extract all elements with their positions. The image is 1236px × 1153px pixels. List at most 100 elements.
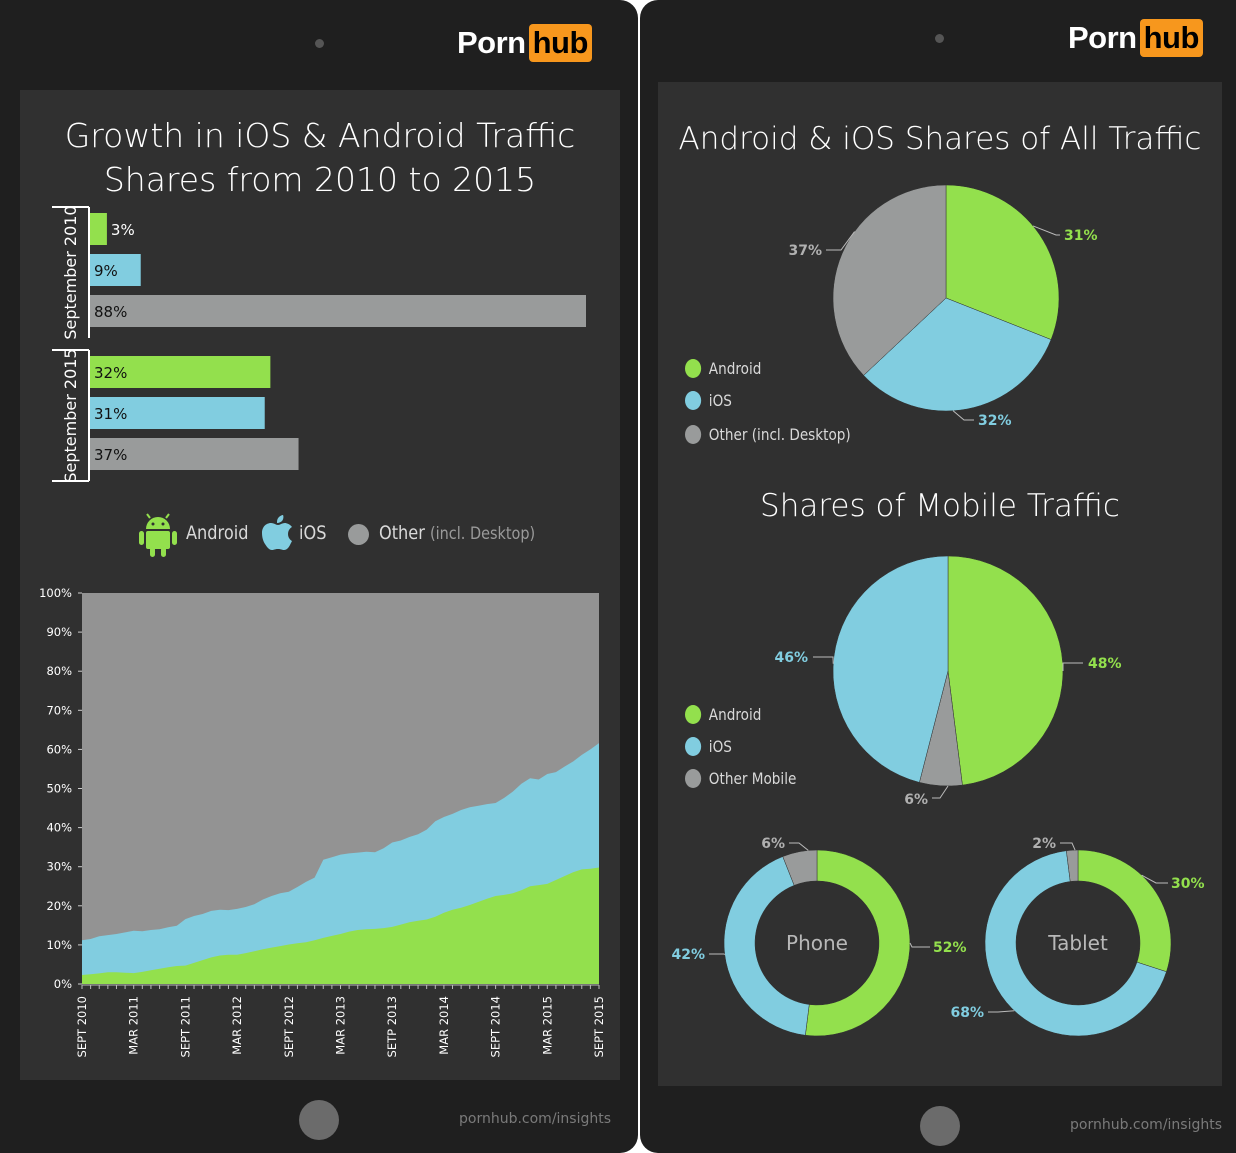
pie-value-label: 68% [950,1005,984,1021]
growth-title-line-2: Shares from 2010 to 2015 [103,160,537,199]
x-tick-label: MAR 2015 [540,996,554,1055]
pie-value-label: 42% [671,947,705,963]
y-tick-label: 50% [46,782,72,796]
x-tick-label: MAR 2012 [230,996,244,1055]
pie-slice-android [947,555,1064,786]
footer-url-left[interactable]: pornhub.com/insights [459,1111,611,1127]
legend-mobile-ios-label: iOS [708,737,732,756]
legend-all-ios: iOS [685,391,732,410]
right-tablet-frame: Porn hub Android & iOS Shares of All Tra… [640,0,1236,1153]
y-tick-label: 10% [46,938,72,952]
pornhub-logo: Porn hub [457,24,592,62]
pie-leader-line [932,785,949,799]
legend-all-android-label: Android [708,359,762,378]
legend-all-android: Android [685,359,761,378]
home-button[interactable] [299,1100,339,1140]
pie-leader-line [909,942,930,948]
legend-mobile-other: Other Mobile [685,769,796,788]
ios-dot-icon [685,737,702,756]
legend-other-dot-icon [348,524,369,545]
x-tick-label: SEPT 2014 [489,996,503,1057]
pie-value-label: 6% [904,792,928,808]
pie-value-label: 31% [1064,228,1098,244]
group-label: September 2015 [61,348,80,482]
x-tick-label: MAR 2011 [127,996,141,1055]
bar-value-label: 3% [111,221,135,239]
pie-leader-line [1062,662,1083,671]
pie-leader-line [813,656,834,664]
ios-dot-icon [685,391,702,410]
y-tick-label: 60% [46,742,72,756]
logo-text-left: Porn [457,25,526,60]
bar-chart: September 2010 3% 9% 88% September 2015 32% 31… [52,205,586,483]
x-tick-label: SETP 2013 [385,996,399,1057]
x-tick-label: SEPT 2012 [282,996,296,1057]
growth-title-line-1: Growth in iOS & Android Traffic [64,116,576,155]
stacked-area-chart: 0% 10% 20% 30% 40% 50% 60% 70% 80% 90% 100% SEPT 20… [39,586,606,1057]
device-donut-charts: 52% 42% 6% Phone 30% 68% 2% Tablet [671,836,1205,1037]
y-tick-label: 100% [39,586,72,600]
pornhub-logo: Porn hub [1068,19,1203,57]
other-dot-icon [685,425,702,444]
android-robot-icon [139,513,177,557]
pie-value-label: 48% [1088,656,1122,672]
donut-center-label: Phone [786,931,848,955]
pie-leader-line [789,842,809,851]
legend-other-text: Other [379,522,425,544]
bar-value-label: 32% [94,364,127,382]
legend-all-other: Other (incl. Desktop) [685,425,851,444]
pie-value-label: 2% [1032,836,1056,852]
apple-logo-icon [262,515,292,550]
growth-legend: Android iOS Other (incl. Desktop) [138,510,558,560]
pie-value-label: 52% [933,940,967,956]
all-traffic-pie-chart: 31% 32% 37% [788,184,1098,429]
other-mobile-dot-icon [685,769,702,788]
mobile-traffic-title: Shares of Mobile Traffic [760,488,1120,524]
y-tick-label: 40% [46,821,72,835]
camera-icon [315,39,324,48]
footer-url-right[interactable]: pornhub.com/insights [1070,1117,1222,1133]
bar-value-label: 31% [94,405,127,423]
legend-mobile-ios: iOS [685,737,732,756]
pie-value-label: 30% [1171,876,1205,892]
pie-value-label: 6% [761,836,785,852]
legend-mobile-other-label: Other Mobile [708,769,797,788]
pie-leader-line [709,953,726,956]
x-tick-label: MAR 2014 [437,996,451,1055]
bar-value-label: 9% [94,262,118,280]
y-tick-label: 20% [46,899,72,913]
growth-chart-title: Growth in iOS & Android Traffic Shares f… [20,114,620,202]
left-tablet-frame: Porn hub Growth in iOS & Android Traffic… [0,0,638,1153]
x-tick-label: SEPT 2015 [592,996,606,1057]
legend-other-note: (incl. Desktop) [430,524,536,544]
x-tick-label: MAR 2013 [334,996,348,1055]
legend-ios-label: iOS [299,522,327,544]
y-tick-label: 80% [46,664,72,678]
legend-mobile-android-label: Android [708,705,762,724]
bar-android [90,213,107,245]
group-label: September 2010 [61,205,80,339]
pie-leader-line [952,410,974,421]
donut-center-label: Tablet [1047,931,1108,955]
legend-mobile-android: Android [685,705,761,724]
x-tick-label: SEPT 2011 [178,996,192,1057]
bar-other [90,295,586,327]
y-tick-label: 0% [54,977,72,991]
legend-all-ios-label: iOS [708,391,732,410]
android-dot-icon [685,705,702,724]
bar-value-label: 37% [94,446,127,464]
y-tick-label: 30% [46,860,72,874]
pie-leader-line [1060,842,1076,851]
y-tick-label: 70% [46,703,72,717]
pie-value-label: 46% [774,650,808,666]
logo-text-right: hub [528,24,592,62]
pie-leader-line [988,1010,1015,1013]
home-button[interactable] [920,1106,960,1146]
logo-text-right: hub [1139,19,1203,57]
y-tick-label: 90% [46,625,72,639]
pie-value-label: 32% [978,413,1012,429]
legend-android-label: Android [186,522,249,544]
all-traffic-title: Android & iOS Shares of All Traffic [678,121,1202,157]
legend-other-label: Other (incl. Desktop) [379,522,535,544]
bar-value-label: 88% [94,303,127,321]
